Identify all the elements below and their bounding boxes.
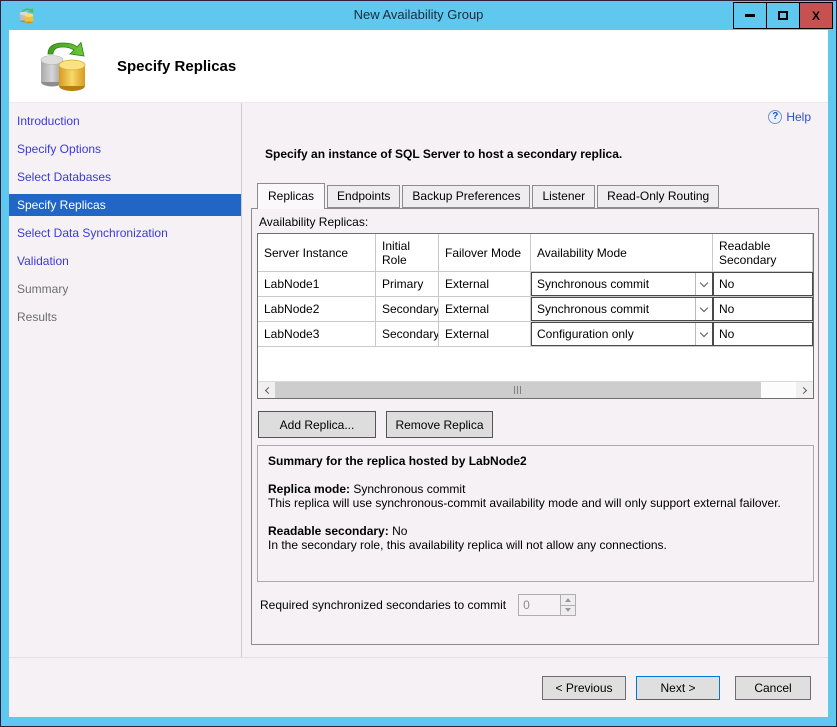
cell-server-instance[interactable]: LabNode3 — [258, 322, 376, 346]
col-header-readable-secondary: Readable Secondary — [713, 234, 813, 271]
content: Introduction Specify Options Select Data… — [9, 103, 828, 657]
sidebar-item-select-databases[interactable]: Select Databases — [9, 166, 241, 188]
required-secondaries-label: Required synchronized secondaries to com… — [260, 598, 506, 612]
tab-strip: Replicas Endpoints Backup Preferences Li… — [257, 183, 819, 208]
col-header-initial-role: Initial Role — [376, 234, 439, 271]
availability-replicas-grid: Server Instance Initial Role Failover Mo… — [257, 233, 814, 399]
grid-action-buttons: Add Replica... Remove Replica — [258, 411, 818, 438]
col-header-server-instance: Server Instance — [258, 234, 376, 271]
scrollbar-thumb[interactable] — [275, 382, 761, 398]
readable-secondary-line: Readable secondary: No — [268, 524, 803, 538]
cell-server-instance[interactable]: LabNode1 — [258, 272, 376, 296]
close-icon: X — [812, 9, 820, 23]
scrollbar-track[interactable] — [761, 382, 796, 398]
cell-failover-mode: External — [439, 297, 531, 321]
availability-mode-dropdown[interactable]: Synchronous commit — [531, 272, 713, 296]
arrow-down-icon — [565, 608, 571, 612]
col-header-availability-mode: Availability Mode — [531, 234, 713, 271]
availability-replicas-label: Availability Replicas: — [259, 215, 818, 229]
readable-secondary-dropdown[interactable]: No — [713, 297, 813, 321]
sidebar-item-results: Results — [9, 306, 241, 328]
help-link[interactable]: ? Help — [768, 110, 811, 124]
add-replica-button[interactable]: Add Replica... — [258, 411, 376, 438]
close-button[interactable]: X — [799, 2, 833, 29]
required-secondaries-spinner[interactable]: 0 — [518, 594, 576, 616]
tab-panel-wrap: Replicas Endpoints Backup Preferences Li… — [251, 183, 819, 645]
cell-initial-role: Secondary — [376, 322, 439, 346]
titlebar[interactable]: New Availability Group X — [1, 1, 836, 30]
sidebar-item-introduction[interactable]: Introduction — [9, 110, 241, 132]
wizard-header: Specify Replicas — [9, 30, 828, 103]
sidebar-item-select-data-synchronization[interactable]: Select Data Synchronization — [9, 222, 241, 244]
readable-secondary-description: In the secondary role, this availability… — [268, 538, 803, 552]
maximize-icon — [778, 11, 788, 20]
tab-read-only-routing[interactable]: Read-Only Routing — [597, 185, 719, 208]
cancel-button[interactable]: Cancel — [735, 676, 811, 700]
spinner-value[interactable]: 0 — [518, 594, 560, 616]
scroll-left-button[interactable] — [258, 382, 275, 398]
sidebar-item-specify-options[interactable]: Specify Options — [9, 138, 241, 160]
required-secondaries-row: Required synchronized secondaries to com… — [260, 594, 818, 616]
wizard-footer: < Previous Next > Cancel — [9, 657, 828, 717]
replica-mode-line: Replica mode: Synchronous commit — [268, 482, 803, 496]
spinner-down-button[interactable] — [560, 605, 576, 617]
help-icon: ? — [768, 110, 782, 124]
replica-summary-box: Summary for the replica hosted by LabNod… — [257, 445, 814, 582]
col-header-failover-mode: Failover Mode — [439, 234, 531, 271]
new-availability-group-window: New Availability Group X — [0, 0, 837, 727]
sidebar-item-validation[interactable]: Validation — [9, 250, 241, 272]
replica-mode-description: This replica will use synchronous-commit… — [268, 496, 803, 510]
chevron-down-icon[interactable] — [695, 323, 712, 345]
grid-header-row: Server Instance Initial Role Failover Mo… — [258, 234, 813, 272]
window-body: Specify Replicas Introduction Specify Op… — [9, 30, 828, 717]
chevron-left-icon — [264, 386, 271, 393]
table-row[interactable]: LabNode2 Secondary External Synchronous … — [258, 297, 813, 322]
maximize-button[interactable] — [766, 2, 800, 29]
tab-endpoints[interactable]: Endpoints — [327, 185, 400, 208]
help-label: Help — [786, 110, 811, 124]
cell-server-instance[interactable]: LabNode2 — [258, 297, 376, 321]
cell-initial-role: Primary — [376, 272, 439, 296]
replicas-tab-panel: Availability Replicas: Server Instance I… — [251, 208, 819, 645]
availability-mode-dropdown[interactable]: Configuration only — [531, 322, 713, 346]
table-row[interactable]: LabNode1 Primary External Synchronous co… — [258, 272, 813, 297]
availability-mode-dropdown[interactable]: Synchronous commit — [531, 297, 713, 321]
window-controls: X — [734, 2, 833, 29]
remove-replica-button[interactable]: Remove Replica — [386, 411, 493, 438]
window-title: New Availability Group — [1, 7, 836, 22]
sidebar-item-specify-replicas[interactable]: Specify Replicas — [9, 194, 241, 216]
horizontal-scrollbar[interactable] — [258, 381, 813, 398]
readable-secondary-dropdown[interactable]: No — [713, 272, 813, 296]
scroll-right-button[interactable] — [796, 382, 813, 398]
cell-initial-role: Secondary — [376, 297, 439, 321]
summary-title: Summary for the replica hosted by LabNod… — [268, 454, 803, 468]
previous-button[interactable]: < Previous — [542, 676, 626, 700]
replicas-database-icon — [37, 39, 91, 93]
arrow-up-icon — [565, 598, 571, 602]
chevron-right-icon — [799, 386, 806, 393]
instruction-text: Specify an instance of SQL Server to hos… — [265, 147, 622, 161]
tab-backup-preferences[interactable]: Backup Preferences — [402, 185, 530, 208]
cell-failover-mode: External — [439, 322, 531, 346]
grid-empty-area — [258, 347, 813, 381]
cell-failover-mode: External — [439, 272, 531, 296]
scrollbar-grip-icon — [514, 386, 522, 394]
wizard-steps-sidebar: Introduction Specify Options Select Data… — [9, 103, 242, 657]
next-button[interactable]: Next > — [636, 676, 720, 700]
main-pane: ? Help Specify an instance of SQL Server… — [242, 103, 828, 657]
table-row[interactable]: LabNode3 Secondary External Configuratio… — [258, 322, 813, 347]
sidebar-item-summary: Summary — [9, 278, 241, 300]
chevron-down-icon[interactable] — [695, 273, 712, 295]
spinner-buttons — [560, 594, 576, 616]
tab-replicas[interactable]: Replicas — [257, 183, 325, 209]
page-title: Specify Replicas — [117, 58, 236, 75]
minimize-icon — [745, 14, 755, 17]
tab-listener[interactable]: Listener — [532, 185, 595, 208]
minimize-button[interactable] — [733, 2, 767, 29]
chevron-down-icon[interactable] — [695, 298, 712, 320]
readable-secondary-dropdown[interactable]: No — [713, 322, 813, 346]
